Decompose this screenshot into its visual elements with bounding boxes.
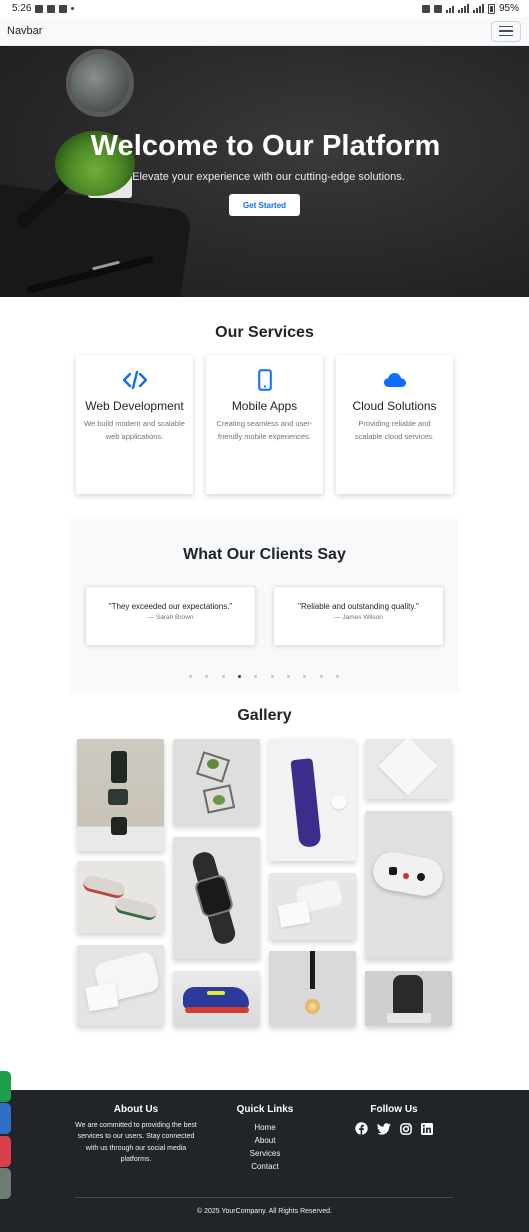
hero-section: Welcome to Our Platform Elevate your exp…	[0, 46, 529, 297]
mobile-icon	[257, 369, 272, 391]
side-tab-gray[interactable]	[0, 1168, 11, 1199]
hamburger-line	[499, 34, 513, 37]
testimonial-quote: "They exceeded our expectations."	[108, 602, 233, 611]
alarm-icon	[421, 4, 430, 13]
footer-link-about[interactable]: About	[234, 1134, 296, 1147]
status-left: 5:26	[12, 3, 75, 14]
battery-icon	[487, 3, 495, 14]
footer: About Us We are committed to providing t…	[0, 1090, 529, 1232]
service-title: Mobile Apps	[231, 399, 298, 413]
carousel-dot[interactable]	[303, 674, 307, 678]
gallery-image-blue-sneaker[interactable]	[173, 971, 260, 1026]
gallery-image-bottles[interactable]	[77, 739, 164, 851]
services-title: Our Services	[215, 324, 314, 341]
gallery-image-game-controller[interactable]	[365, 811, 452, 959]
footer-about-title: About Us	[113, 1104, 159, 1115]
get-started-button[interactable]: Get Started	[229, 194, 300, 216]
services-row: Web Development We build modern and scal…	[76, 355, 453, 494]
status-time: 5:26	[12, 3, 32, 14]
service-card-mobile: Mobile Apps Creating seamless and user-f…	[206, 355, 323, 494]
gallery-image-smartwatch[interactable]	[173, 837, 260, 959]
side-tab-green[interactable]	[0, 1071, 11, 1102]
footer-link-contact[interactable]: Contact	[234, 1160, 296, 1173]
footer-social	[355, 1122, 433, 1140]
carousel-dot[interactable]	[319, 674, 323, 678]
cloud-icon	[383, 369, 407, 391]
testimonial-quote: "Reliable and outstanding quality."	[298, 602, 419, 611]
footer-links-title: Quick Links	[236, 1104, 294, 1115]
hamburger-line	[499, 30, 513, 32]
code-icon	[122, 369, 147, 391]
service-title: Web Development	[85, 399, 184, 413]
gallery-notification-icon	[35, 4, 44, 13]
footer-divider	[75, 1197, 453, 1198]
facebook-icon[interactable]	[355, 1122, 368, 1140]
footer-link-services[interactable]: Services	[234, 1147, 296, 1160]
carousel-dot[interactable]	[286, 674, 290, 678]
snapchat-notification-icon	[47, 4, 56, 13]
footer-link-home[interactable]: Home	[234, 1121, 296, 1134]
status-bar: 5:26 95%	[0, 0, 529, 17]
gallery-image-lightbulb[interactable]	[269, 951, 356, 1026]
signal-icon-2	[472, 4, 484, 13]
service-card-cloud: Cloud Solutions Providing reliable and s…	[336, 355, 453, 494]
footer-about-text: We are committed to providing the best s…	[75, 1122, 197, 1163]
navbar: Navbar	[0, 17, 529, 46]
carousel-indicators	[189, 674, 339, 678]
carousel-dot[interactable]	[270, 674, 274, 678]
service-title: Cloud Solutions	[352, 399, 437, 413]
carousel-dot[interactable]	[189, 674, 192, 678]
testimonial-card: "They exceeded our expectations." — Sara…	[85, 586, 256, 646]
testimonial-author: — Sarah Brown	[147, 614, 194, 621]
service-card-web: Web Development We build modern and scal…	[76, 355, 193, 494]
hero-content: Welcome to Our Platform Elevate your exp…	[0, 46, 529, 297]
navbar-brand[interactable]: Navbar	[7, 25, 42, 37]
service-description: Providing reliable and scalable cloud se…	[354, 419, 435, 441]
testimonial-card: "Reliable and outstanding quality." — Ja…	[273, 586, 444, 646]
gallery-image-sneakers-white[interactable]	[77, 861, 164, 933]
menu-toggle-button[interactable]	[491, 20, 521, 42]
testimonials-section: What Our Clients Say "They exceeded our …	[70, 519, 459, 693]
testimonial-author: — James Wilson	[334, 614, 383, 621]
carousel-dot[interactable]	[335, 674, 339, 678]
hero-subtitle: Elevate your experience with our cutting…	[132, 171, 405, 183]
signal-icon	[457, 4, 469, 13]
twitter-icon[interactable]	[377, 1122, 391, 1140]
mute-icon	[433, 4, 442, 13]
hamburger-line	[499, 25, 513, 28]
carousel-dot[interactable]	[221, 674, 225, 678]
status-right: 95%	[421, 3, 519, 14]
gallery-title: Gallery	[237, 707, 292, 724]
instagram-icon[interactable]	[400, 1122, 412, 1140]
gallery-image-pouch[interactable]	[77, 945, 164, 1026]
carousel-dot[interactable]	[205, 674, 209, 678]
service-description: Creating seamless and user-friendly mobi…	[216, 419, 313, 441]
wifi-icon	[445, 4, 454, 13]
service-description: We build modern and scalable web applica…	[84, 419, 185, 441]
footer-links: Home About Services Contact	[234, 1121, 296, 1173]
side-tab-red[interactable]	[0, 1136, 11, 1167]
footer-copyright: © 2025 YourCompany. All Rights Reserved.	[197, 1208, 332, 1215]
carousel-dot[interactable]	[237, 674, 241, 678]
linkedin-icon[interactable]	[421, 1122, 433, 1140]
gallery-image-terrariums[interactable]	[173, 739, 260, 825]
gallery-image-tube[interactable]	[269, 739, 356, 861]
more-notifications-icon	[71, 7, 75, 10]
gallery-image-cards[interactable]	[269, 873, 356, 940]
youtube-notification-icon	[59, 4, 68, 13]
gallery-image-box[interactable]	[365, 739, 452, 799]
battery-level: 95%	[498, 3, 519, 14]
hero-title: Welcome to Our Platform	[90, 130, 441, 162]
footer-follow-title: Follow Us	[370, 1104, 418, 1115]
testimonials-title: What Our Clients Say	[183, 546, 346, 563]
side-tab-blue[interactable]	[0, 1103, 11, 1134]
carousel-dot[interactable]	[254, 674, 258, 678]
gallery-image-backpack[interactable]	[365, 971, 452, 1026]
